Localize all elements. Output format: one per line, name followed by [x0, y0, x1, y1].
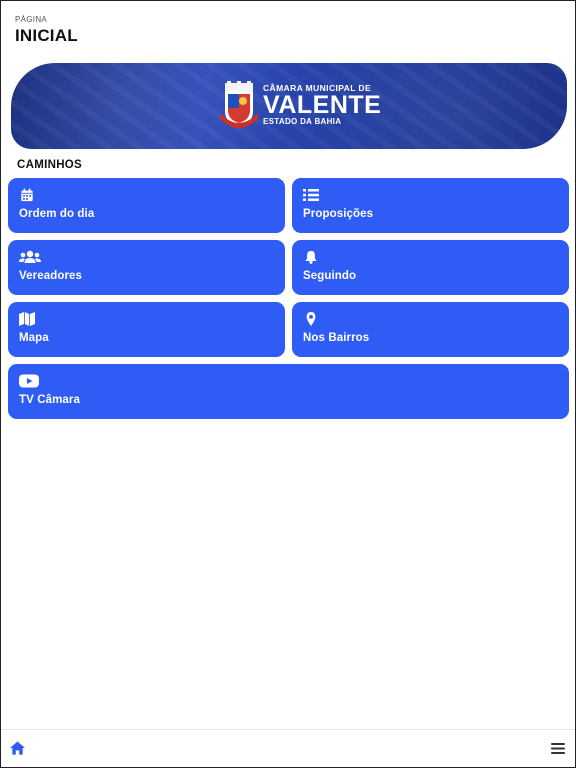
hamburger-menu-icon[interactable]	[551, 743, 565, 754]
tile-vereadores[interactable]: Vereadores	[8, 240, 285, 295]
tile-label: Mapa	[19, 332, 49, 344]
map-icon	[19, 312, 35, 326]
tile-mapa[interactable]: Mapa	[8, 302, 285, 357]
page-kicker: PÁGINA	[15, 15, 48, 24]
tile-proposicoes[interactable]: Proposições	[292, 178, 569, 233]
tile-label: TV Câmara	[19, 394, 80, 406]
banner-brand: CÂMARA MUNICIPAL DE VALENTE ESTADO DA BA…	[263, 83, 381, 127]
bottom-navigation	[1, 729, 575, 767]
municipal-crest-icon	[220, 81, 258, 128]
tile-tv-camara[interactable]: TV Câmara	[8, 364, 569, 419]
tile-label: Vereadores	[19, 270, 83, 282]
tile-seguindo[interactable]: Seguindo	[292, 240, 569, 295]
tile-label: Nos Bairros	[303, 332, 370, 344]
map-pin-icon	[306, 312, 316, 326]
tile-label: Seguindo	[303, 270, 357, 282]
tile-ordem-do-dia[interactable]: Ordem do dia	[8, 178, 285, 233]
app-screen: PÁGINA INICIAL CÂMARA MUNICIPAL DE VALEN…	[0, 0, 576, 768]
tile-nos-bairros[interactable]: Nos Bairros	[292, 302, 569, 357]
list-icon	[303, 189, 319, 201]
tile-label: Ordem do dia	[19, 208, 95, 220]
tile-label: Proposições	[303, 208, 374, 220]
section-title: CAMINHOS	[17, 159, 83, 171]
users-icon	[19, 250, 41, 263]
calendar-icon	[21, 188, 33, 202]
camara-banner: CÂMARA MUNICIPAL DE VALENTE ESTADO DA BA…	[11, 63, 567, 149]
youtube-icon	[19, 374, 39, 388]
page-header: PÁGINA INICIAL	[15, 15, 78, 46]
home-icon[interactable]	[10, 741, 25, 755]
page-title: INICIAL	[15, 26, 78, 45]
banner-line-2: VALENTE	[263, 91, 382, 119]
bell-icon	[305, 250, 317, 264]
